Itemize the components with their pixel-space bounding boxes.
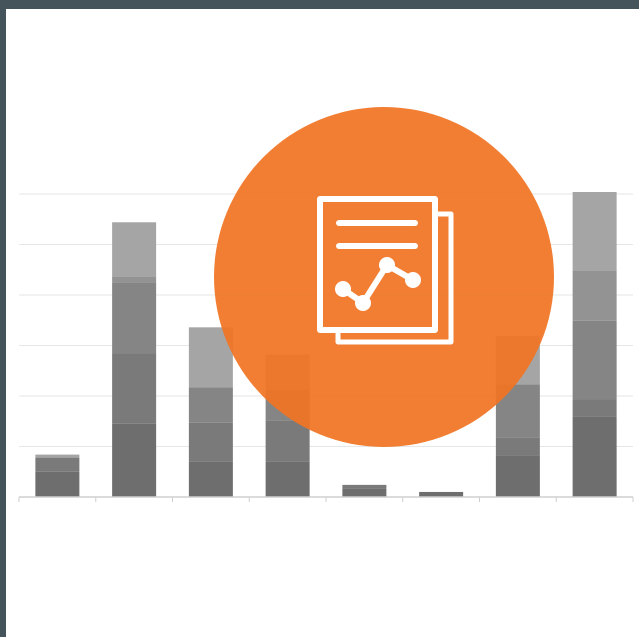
bar-segment — [112, 282, 157, 354]
x-axis — [18, 496, 634, 502]
bar-segment — [188, 461, 233, 497]
bar-segment — [112, 276, 157, 283]
data-point — [379, 257, 395, 273]
data-point — [405, 272, 421, 288]
bar-segment — [112, 222, 157, 277]
bar-segment — [572, 270, 617, 321]
bar — [572, 191, 617, 497]
bar — [112, 222, 157, 497]
bar-segment — [35, 454, 80, 458]
bar-segment — [112, 353, 157, 424]
bar-segment — [342, 484, 387, 489]
bar — [35, 454, 80, 497]
data-point — [335, 281, 351, 297]
bar-segment — [572, 191, 617, 271]
bar — [188, 327, 233, 497]
data-point — [355, 295, 371, 311]
bar-segment — [572, 320, 617, 400]
bar-segment — [112, 423, 157, 497]
bar-segment — [495, 455, 540, 497]
orange-circle — [214, 107, 554, 447]
stacked-bar-chart — [18, 107, 634, 502]
bar-segment — [35, 457, 80, 472]
bar-segment — [495, 437, 540, 456]
bar — [342, 484, 387, 497]
bar-segment — [419, 491, 464, 497]
bar-segment — [35, 471, 80, 497]
bar-segment — [265, 461, 310, 497]
bar-segment — [188, 422, 233, 462]
bar-segment — [342, 488, 387, 497]
bar-segment — [572, 416, 617, 497]
bar — [419, 491, 464, 497]
bar-segment — [572, 399, 617, 417]
illustration-frame — [6, 9, 639, 637]
bar-segment — [188, 387, 233, 423]
